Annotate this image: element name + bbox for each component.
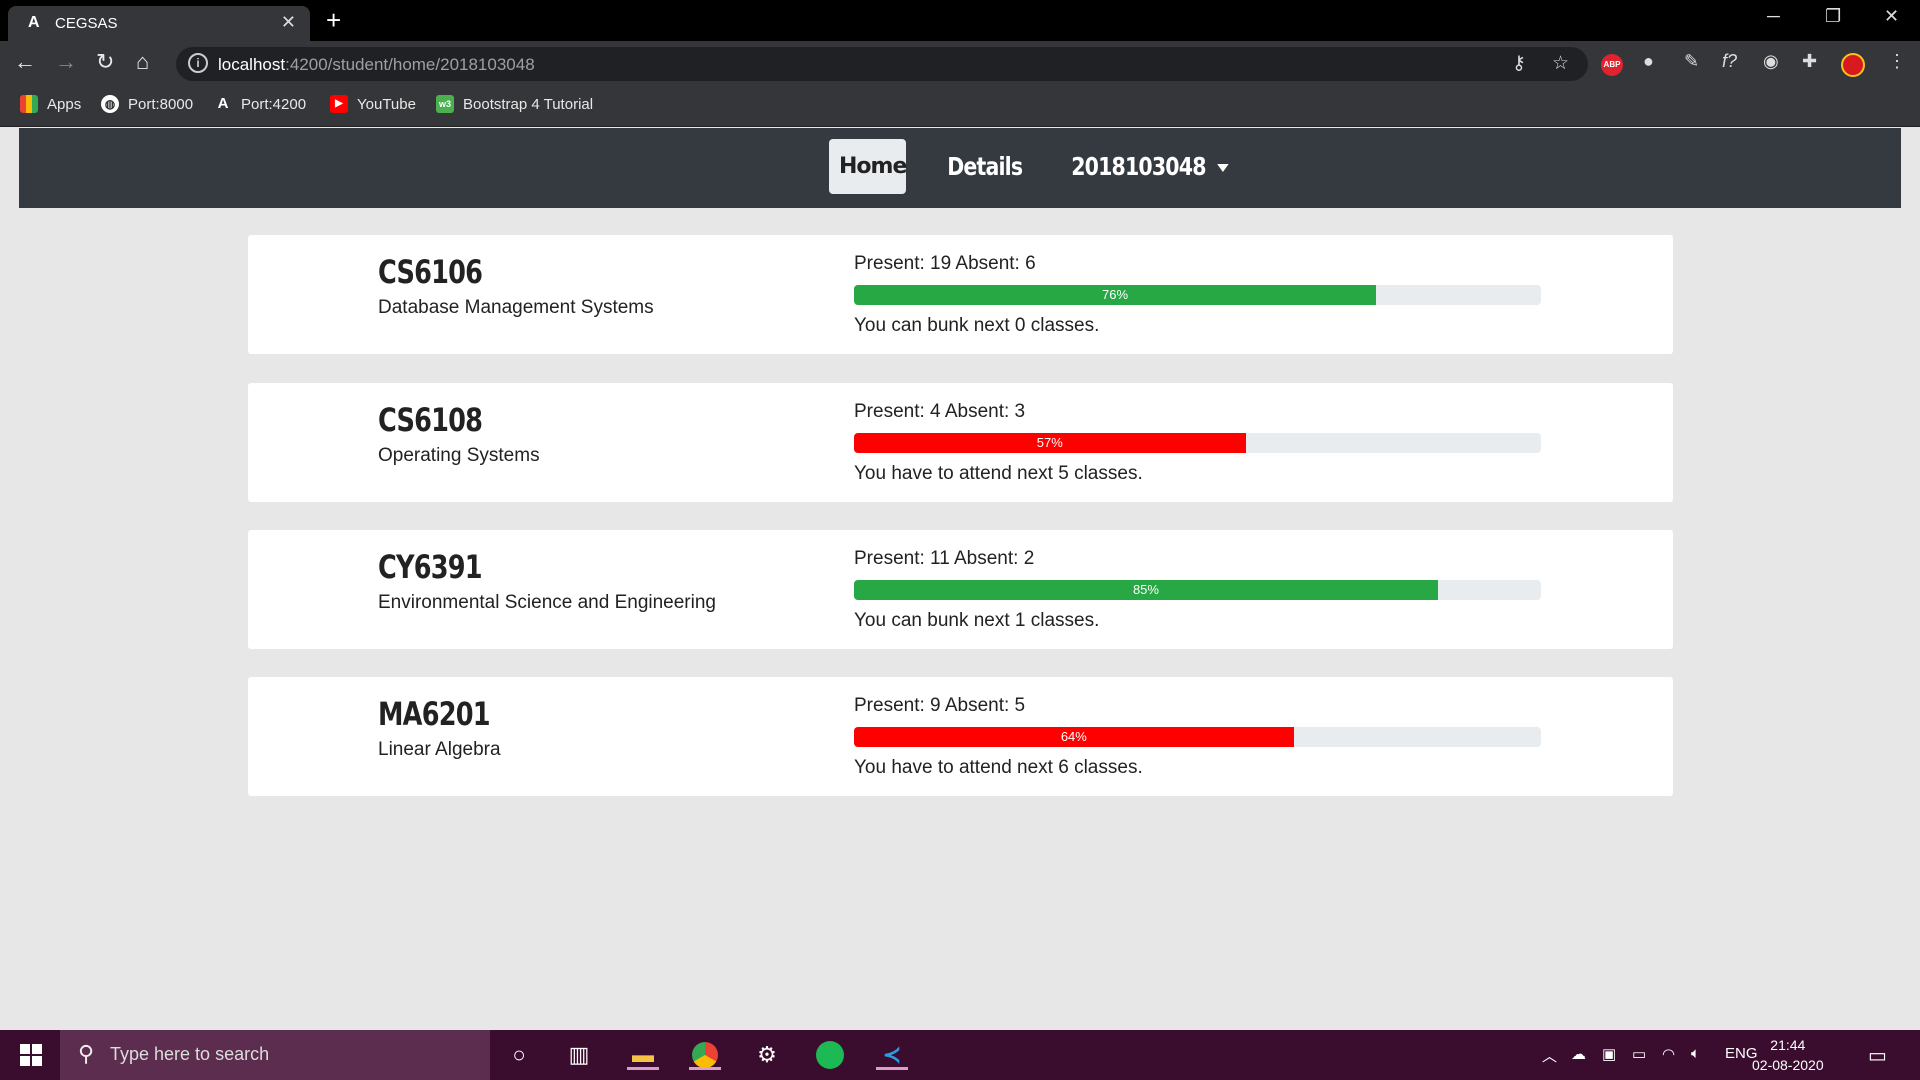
attendance-progress-bar: 85% — [854, 580, 1541, 600]
app-navbar: Home Details 2018103048 — [19, 128, 1901, 208]
attendance-progress-bar: 64% — [854, 727, 1541, 747]
course-card: MA6201 Linear Algebra Present: 9 Absent: 5… — [248, 677, 1673, 796]
adblock-plus-icon[interactable]: ABP — [1601, 54, 1623, 76]
course-code: CS6106 — [378, 253, 483, 291]
file-explorer-icon[interactable]: ▬ — [627, 1040, 659, 1070]
notifications-icon[interactable]: ▭ — [1868, 1043, 1887, 1068]
forward-icon[interactable]: → — [55, 49, 77, 75]
course-code: CY6391 — [378, 548, 483, 586]
tab-title: CEGSAS — [55, 15, 118, 32]
attendance-stats: Present: 4 Absent: 3 — [854, 401, 1026, 422]
site-info-icon[interactable]: i — [188, 53, 208, 73]
course-name: Database Management Systems — [378, 297, 654, 318]
taskbar-search[interactable]: ⚲ Type here to search — [60, 1030, 490, 1080]
course-card: CS6106 Database Management Systems Present… — [248, 235, 1673, 354]
tray-chevron-icon[interactable]: ︿ — [1542, 1045, 1557, 1066]
vscode-icon[interactable]: ≺ — [876, 1040, 908, 1070]
course-card: CY6391 Environmental Science and Engineer… — [248, 530, 1673, 649]
menu-kebab-icon[interactable]: ⋮ — [1888, 51, 1906, 72]
attendance-message: You have to attend next 5 classes. — [854, 463, 1143, 484]
search-placeholder: Type here to search — [110, 1044, 270, 1064]
search-icon: ⚲ — [78, 1041, 95, 1066]
bookmark-apps[interactable]: Apps — [20, 95, 81, 113]
nav-home-link[interactable]: Home — [829, 139, 907, 194]
close-tab-icon[interactable]: ✕ — [281, 12, 296, 33]
bookmark-port-4200[interactable]: A Port:4200 — [214, 95, 306, 113]
windows-taskbar: ⚲ Type here to search ○ ▥ ▬ ⚙ ≺ ︿ ☁ ▣ ▭ … — [0, 1030, 1920, 1080]
profile-avatar[interactable] — [1841, 53, 1865, 77]
close-window-icon[interactable]: ✕ — [1884, 6, 1899, 27]
user-id-label: 2018103048 — [1071, 152, 1206, 181]
tab-strip: A CEGSAS ✕ + ─ ❐ ✕ — [0, 0, 1920, 41]
new-tab-button[interactable]: + — [326, 5, 341, 36]
windows-start-icon[interactable] — [20, 1044, 42, 1066]
reload-icon[interactable]: ↻ — [96, 49, 114, 75]
attendance-message: You can bunk next 1 classes. — [854, 610, 1100, 631]
attendance-stats: Present: 19 Absent: 6 — [854, 253, 1036, 274]
attendance-message: You have to attend next 6 classes. — [854, 757, 1143, 778]
formula-icon[interactable]: f? — [1722, 51, 1737, 72]
home-icon[interactable]: ⌂ — [136, 49, 149, 75]
youtube-icon: ▶ — [330, 95, 348, 113]
caret-down-icon — [1217, 164, 1229, 172]
browser-tab[interactable]: A CEGSAS ✕ — [8, 6, 310, 41]
attendance-stats: Present: 11 Absent: 2 — [854, 548, 1035, 569]
bookmark-bootstrap-tutorial[interactable]: w3 Bootstrap 4 Tutorial — [436, 95, 593, 113]
angular-icon: A — [217, 95, 229, 112]
attendance-stats: Present: 9 Absent: 5 — [854, 695, 1026, 716]
restore-icon[interactable]: ❐ — [1825, 6, 1841, 27]
course-card: CS6108 Operating Systems Present: 4 Absent… — [248, 383, 1673, 502]
angular-favicon-icon: A — [28, 14, 40, 31]
spotify-icon[interactable] — [814, 1040, 846, 1070]
back-icon[interactable]: ← — [14, 49, 36, 75]
task-view-icon[interactable]: ▥ — [563, 1040, 595, 1070]
clock-time: 21:44 — [1770, 1037, 1806, 1053]
attendance-progress-fill: 64% — [854, 727, 1294, 747]
chrome-icon[interactable] — [689, 1040, 721, 1070]
attendance-progress-bar: 76% — [854, 285, 1541, 305]
attendance-progress-fill: 85% — [854, 580, 1438, 600]
cortana-icon[interactable]: ○ — [503, 1040, 535, 1070]
bookmark-star-icon[interactable]: ☆ — [1552, 52, 1569, 75]
attendance-progress-fill: 57% — [854, 433, 1246, 453]
apps-grid-icon — [20, 95, 38, 113]
eyedropper-icon[interactable]: ✎ — [1684, 51, 1699, 72]
extension-icon[interactable]: ● — [1643, 51, 1654, 72]
settings-gear-icon[interactable]: ⚙ — [751, 1040, 783, 1070]
course-code: MA6201 — [378, 695, 491, 733]
wifi-icon[interactable]: ◠ — [1662, 1045, 1675, 1063]
system-clock[interactable]: 21:44 02-08-2020 — [1752, 1035, 1824, 1075]
circle-extension-icon[interactable]: ◉ — [1763, 51, 1779, 72]
clock-date: 02-08-2020 — [1752, 1057, 1824, 1073]
attendance-message: You can bunk next 0 classes. — [854, 315, 1100, 336]
minimize-icon[interactable]: ─ — [1767, 6, 1780, 27]
onedrive-icon[interactable]: ☁ — [1571, 1045, 1586, 1063]
course-name: Linear Algebra — [378, 739, 501, 760]
key-icon[interactable]: ⚷ — [1512, 52, 1526, 75]
attendance-progress-fill: 76% — [854, 285, 1377, 305]
user-dropdown[interactable]: 2018103048 — [1063, 139, 1237, 194]
w3schools-icon: w3 — [436, 95, 454, 113]
url-text[interactable]: localhost:4200/student/home/2018103048 — [218, 55, 535, 75]
bookmarks-bar: Apps ◍ Port:8000 A Port:4200 ▶ YouTube w… — [0, 87, 1920, 127]
battery-icon[interactable]: ▭ — [1632, 1045, 1646, 1063]
tray-app-icon[interactable]: ▣ — [1602, 1045, 1616, 1063]
course-name: Environmental Science and Engineering — [378, 592, 716, 613]
nav-details-link[interactable]: Details — [939, 139, 1030, 194]
address-bar[interactable]: i localhost:4200/student/home/2018103048… — [176, 47, 1588, 81]
globe-icon: ◍ — [101, 95, 119, 113]
volume-icon[interactable]: 🔈︎ — [1691, 1045, 1700, 1062]
course-code: CS6108 — [378, 401, 483, 439]
bookmark-port-8000[interactable]: ◍ Port:8000 — [101, 95, 193, 113]
bookmark-youtube[interactable]: ▶ YouTube — [330, 95, 416, 113]
course-name: Operating Systems — [378, 445, 540, 466]
attendance-progress-bar: 57% — [854, 433, 1541, 453]
puzzle-extensions-icon[interactable]: ✚ — [1802, 51, 1817, 72]
browser-toolbar: ← → ↻ ⌂ i localhost:4200/student/home/20… — [0, 41, 1920, 87]
